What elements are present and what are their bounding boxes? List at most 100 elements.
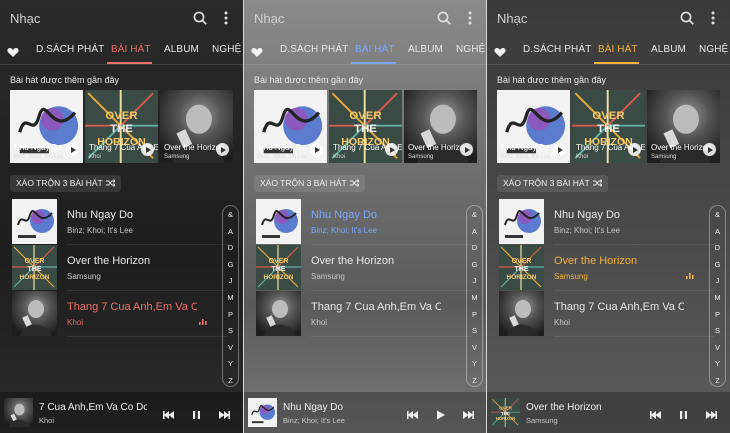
index-letter[interactable]: D (223, 243, 238, 252)
index-letter[interactable]: S (467, 326, 482, 335)
search-icon[interactable] (437, 11, 451, 25)
tab-4[interactable]: NGHỆ SĨ (699, 44, 730, 55)
recent-item[interactable]: Nhu Ngay Do Binz; Khoi; It's Lee (10, 90, 83, 163)
more-vert-icon[interactable] (711, 11, 715, 25)
recent-item[interactable]: OVER THE HORIZONThang 7 Cua Anh,Em Va Co… (329, 90, 402, 163)
more-vert-icon[interactable] (224, 11, 228, 25)
recent-item[interactable]: OVER THE HORIZONThang 7 Cua Anh,Em Va Co… (85, 90, 158, 163)
index-letter[interactable]: A (710, 227, 725, 236)
song-row[interactable]: Thang 7 Cua Anh,Em Va Co Don Khoi (244, 290, 471, 337)
play-icon[interactable] (553, 143, 566, 156)
mini-player[interactable]: OVER THE HORIZON Over the Horizon Samsung (487, 392, 730, 433)
play-icon[interactable] (385, 143, 398, 156)
index-letter[interactable]: Z (710, 376, 725, 385)
index-letter[interactable]: P (710, 310, 725, 319)
index-letter[interactable]: M (467, 293, 482, 302)
tab-3[interactable]: ALBUM (408, 44, 443, 55)
mini-player[interactable]: Nhu Ngay Do Binz; Khoi; It's Lee (244, 392, 487, 433)
tab-2[interactable]: BÀI HÁT (111, 44, 151, 55)
prev-icon[interactable] (163, 407, 174, 419)
alphabet-index[interactable]: & A D G J M P S V Y Z (709, 205, 726, 387)
index-letter[interactable]: M (223, 293, 238, 302)
index-letter[interactable]: S (223, 326, 238, 335)
tab-3[interactable]: ALBUM (651, 44, 686, 55)
index-letter[interactable]: V (467, 343, 482, 352)
index-letter[interactable]: & (223, 210, 238, 219)
search-icon[interactable] (680, 11, 694, 25)
recent-item[interactable]: Nhu Ngay Do Binz; Khoi; It's Lee (254, 90, 327, 163)
play-icon[interactable] (435, 407, 446, 420)
song-row[interactable]: Thang 7 Cua Anh,Em Va Co Don Khoi (487, 290, 714, 337)
play-icon[interactable] (703, 143, 716, 156)
song-row[interactable]: OVER THE HORIZON Over the Horizon Samsung (0, 244, 227, 291)
alphabet-index[interactable]: & A D G J M P S V Y Z (466, 205, 483, 387)
prev-icon[interactable] (650, 407, 661, 419)
index-letter[interactable]: Y (710, 359, 725, 368)
index-letter[interactable]: A (467, 227, 482, 236)
recent-item[interactable]: OVER THE HORIZONThang 7 Cua Anh,Em Va Co… (572, 90, 645, 163)
index-letter[interactable]: G (467, 260, 482, 269)
pause-icon[interactable] (678, 407, 689, 419)
play-icon[interactable] (141, 143, 154, 156)
index-letter[interactable]: Z (223, 376, 238, 385)
heart-icon[interactable] (494, 45, 506, 57)
index-letter[interactable]: Z (467, 376, 482, 385)
heart-icon[interactable] (251, 45, 263, 57)
index-letter[interactable]: J (223, 276, 238, 285)
play-icon[interactable] (66, 143, 79, 156)
index-letter[interactable]: A (223, 227, 238, 236)
tab-2[interactable]: BÀI HÁT (598, 44, 638, 55)
tab-1[interactable]: D.SÁCH PHÁT (280, 44, 348, 55)
next-icon[interactable] (463, 407, 474, 419)
tab-3[interactable]: ALBUM (164, 44, 199, 55)
song-row[interactable]: OVER THE HORIZON Over the Horizon Samsung (244, 244, 471, 291)
index-letter[interactable]: G (223, 260, 238, 269)
index-letter[interactable]: M (710, 293, 725, 302)
index-letter[interactable]: V (223, 343, 238, 352)
tab-4[interactable]: NGHỆ SĨ (456, 44, 487, 55)
recent-item[interactable]: Over the Horizon Samsung (404, 90, 477, 163)
search-icon[interactable] (193, 11, 207, 25)
index-letter[interactable]: J (710, 276, 725, 285)
recent-item[interactable]: Nhu Ngay Do Binz; Khoi; It's Lee (497, 90, 570, 163)
index-letter[interactable]: P (223, 310, 238, 319)
shuffle-button[interactable]: XÁO TRỘN 3 BÀI HÁT (497, 175, 608, 192)
index-letter[interactable]: D (710, 243, 725, 252)
song-row[interactable]: Nhu Ngay Do Binz; Khoi; It's Lee (487, 198, 714, 245)
play-icon[interactable] (216, 143, 229, 156)
shuffle-button[interactable]: XÁO TRỘN 3 BÀI HÁT (10, 175, 121, 192)
play-icon[interactable] (628, 143, 641, 156)
tab-4[interactable]: NGHỆ SĨ (212, 44, 243, 55)
more-vert-icon[interactable] (468, 11, 472, 25)
mini-player[interactable]: 7 Cua Anh,Em Va Co Don Khoi (0, 392, 243, 433)
heart-icon[interactable] (7, 45, 19, 57)
index-letter[interactable]: P (467, 310, 482, 319)
index-letter[interactable]: Y (467, 359, 482, 368)
index-letter[interactable]: V (710, 343, 725, 352)
alphabet-index[interactable]: & A D G J M P S V Y Z (222, 205, 239, 387)
index-letter[interactable]: G (710, 260, 725, 269)
index-letter[interactable]: J (467, 276, 482, 285)
index-letter[interactable]: & (467, 210, 482, 219)
song-row[interactable]: Nhu Ngay Do Binz; Khoi; It's Lee (244, 198, 471, 245)
recent-item-artist: Khoi (89, 154, 102, 160)
shuffle-button[interactable]: XÁO TRỘN 3 BÀI HÁT (254, 175, 365, 192)
recent-item[interactable]: Over the Horizon Samsung (647, 90, 720, 163)
song-row[interactable]: OVER THE HORIZON Over the Horizon Samsung (487, 244, 714, 291)
play-icon[interactable] (310, 143, 323, 156)
prev-icon[interactable] (407, 407, 418, 419)
tab-2[interactable]: BÀI HÁT (355, 44, 395, 55)
tab-1[interactable]: D.SÁCH PHÁT (36, 44, 104, 55)
song-row[interactable]: Nhu Ngay Do Binz; Khoi; It's Lee (0, 198, 227, 245)
index-letter[interactable]: S (710, 326, 725, 335)
song-row[interactable]: Thang 7 Cua Anh,Em Va Co Don Khoi (0, 290, 227, 337)
next-icon[interactable] (706, 407, 717, 419)
index-letter[interactable]: Y (223, 359, 238, 368)
tab-1[interactable]: D.SÁCH PHÁT (523, 44, 591, 55)
index-letter[interactable]: D (467, 243, 482, 252)
recent-item[interactable]: Over the Horizon Samsung (160, 90, 233, 163)
pause-icon[interactable] (191, 407, 202, 419)
play-icon[interactable] (460, 143, 473, 156)
index-letter[interactable]: & (710, 210, 725, 219)
next-icon[interactable] (219, 407, 230, 419)
